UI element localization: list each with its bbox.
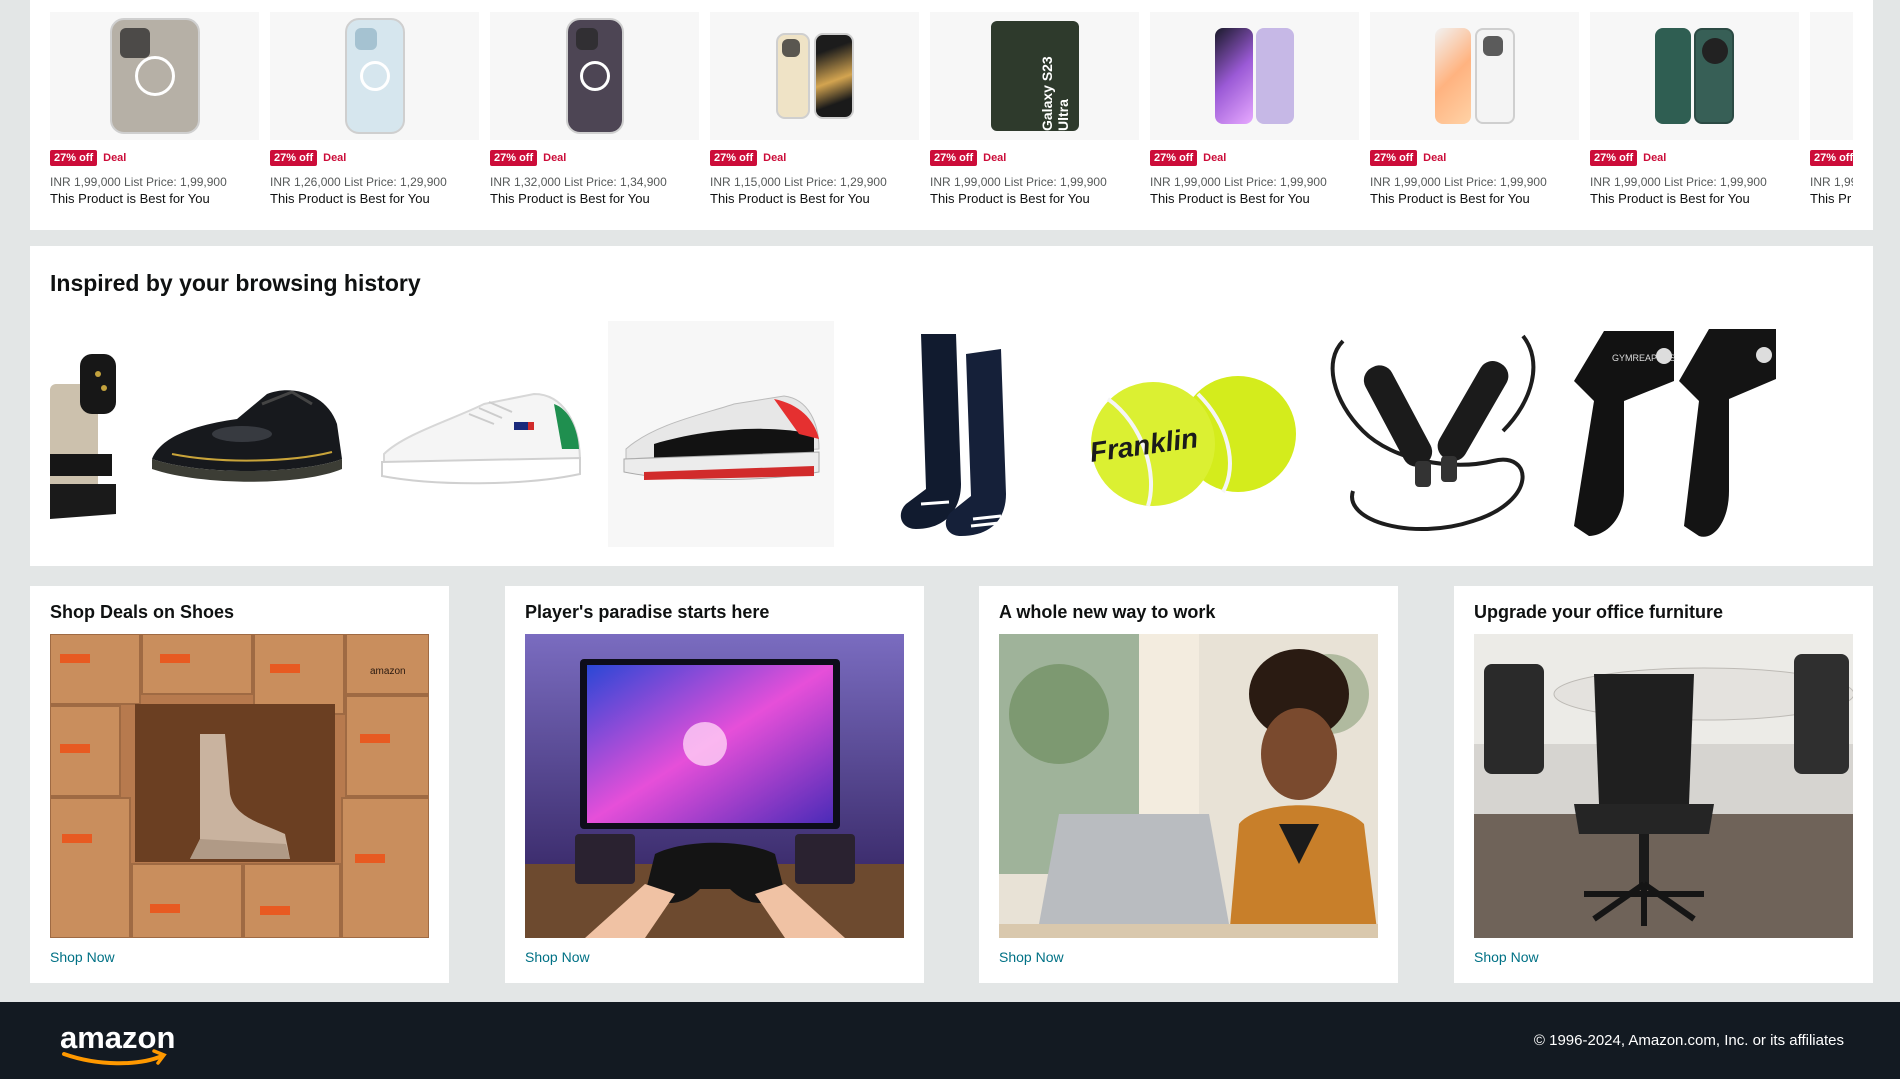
card-image[interactable]	[999, 634, 1378, 938]
deal-card[interactable]: 27% off Deal INR 1,32,000 List Price: 1,3…	[490, 12, 699, 212]
iphone-icon	[565, 18, 624, 134]
product-tagline[interactable]: This Product is Best for You	[270, 191, 479, 206]
deal-image[interactable]	[1810, 12, 1853, 140]
browsing-history-section: Inspired by your browsing history Frankl…	[30, 246, 1873, 566]
shop-now-link[interactable]: Shop Now	[999, 949, 1064, 965]
discount-badge: 27% off	[1150, 150, 1198, 166]
price-line: INR 1,99,000 List Price: 1,99,900	[50, 175, 227, 189]
section-title: Inspired by your browsing history	[50, 270, 421, 296]
product-tagline[interactable]: This Product is Best for You	[1370, 191, 1579, 206]
iphone-icon	[344, 18, 405, 134]
deal-label: Deal	[763, 152, 787, 164]
card-image[interactable]	[525, 634, 904, 938]
product-tagline[interactable]: This Product is Best for You	[490, 191, 699, 206]
card-title: Shop Deals on Shoes	[50, 602, 235, 622]
product-tagline[interactable]: This Product is Best for You	[50, 191, 259, 206]
price-line: INR 1,99	[1810, 175, 1853, 189]
oppo-phone-icon	[1434, 28, 1515, 124]
footer: amazon © 1996-2024, Amazon.com, Inc. or …	[0, 1002, 1900, 1079]
deal-image[interactable]	[50, 12, 259, 140]
deal-image[interactable]: Galaxy S23 Ultra	[930, 12, 1139, 140]
galaxy-phone-icon: Galaxy S23 Ultra	[990, 21, 1079, 131]
card-title: A whole new way to work	[999, 602, 1216, 622]
deal-label: Deal	[543, 152, 567, 164]
price-line: INR 1,99,000 List Price: 1,99,900	[930, 175, 1107, 189]
price-line: INR 1,99,000 List Price: 1,99,900	[1370, 175, 1547, 189]
deal-image[interactable]	[490, 12, 699, 140]
product-tagline[interactable]: This Product is Best for You	[710, 191, 919, 206]
discount-badge: 27% off	[50, 150, 98, 166]
price-line: INR 1,32,000 List Price: 1,34,900	[490, 175, 667, 189]
box-brand-text: amazon	[370, 666, 406, 677]
discount-badge: 27% off	[270, 150, 318, 166]
price-line: INR 1,15,000 List Price: 1,29,900	[710, 175, 887, 189]
deal-card[interactable]: 27% off Deal INR 1,15,000 List Price: 1,2…	[710, 12, 919, 212]
deal-image[interactable]	[1590, 12, 1799, 140]
discount-badge: 27% off	[490, 150, 538, 166]
deals-carousel: 27% off Deal INR 1,99,000 List Price: 1,9…	[30, 0, 1873, 230]
deal-image[interactable]	[1370, 12, 1579, 140]
deal-label: Deal	[983, 152, 1007, 164]
tennis-balls-icon[interactable]: Franklin	[1088, 321, 1302, 547]
deal-label: Deal	[1643, 152, 1667, 164]
galaxy-model-text: Galaxy S23 Ultra	[1038, 56, 1071, 131]
sandal-icon[interactable]	[50, 321, 120, 547]
card-title: Upgrade your office furniture	[1474, 602, 1724, 622]
shop-now-link[interactable]: Shop Now	[50, 949, 115, 965]
product-tagline[interactable]: This Pr	[1810, 191, 1853, 206]
iphone-icon	[109, 18, 200, 134]
logo-text: amazon	[60, 1020, 175, 1055]
deal-label: Deal	[323, 152, 347, 164]
shoe-deals-card: Shop Deals on Shoes amazon Shop Now	[30, 586, 449, 983]
card-image[interactable]	[1474, 634, 1853, 938]
discount-badge: 27% off	[930, 150, 978, 166]
deal-image[interactable]	[710, 12, 919, 140]
deal-card[interactable]: 27% off Deal INR 1,99,000 List Price: 1,9…	[1370, 12, 1579, 212]
product-tagline[interactable]: This Product is Best for You	[1150, 191, 1359, 206]
deal-card[interactable]: 27% off Deal INR 1,99,000 List Price: 1,9…	[50, 12, 259, 212]
oneplus-phone-icon	[1655, 28, 1734, 124]
product-tagline[interactable]: This Product is Best for You	[930, 191, 1139, 206]
deal-label: Deal	[1203, 152, 1227, 164]
price-line: INR 1,99,000 List Price: 1,99,900	[1590, 175, 1767, 189]
price-line: INR 1,99,000 List Price: 1,99,900	[1150, 175, 1327, 189]
deal-label: Deal	[1423, 152, 1447, 164]
iphone-gold-icon	[775, 33, 854, 119]
price-line: INR 1,26,000 List Price: 1,29,900	[270, 175, 447, 189]
deal-image[interactable]	[270, 12, 479, 140]
lifting-straps-icon[interactable]: GYMREAPERS	[1564, 321, 1786, 547]
discount-badge: 27% off	[710, 150, 758, 166]
patent-shoe-icon[interactable]	[140, 321, 354, 547]
deal-card[interactable]: 27% off Deal INR 1,99,000 List Price: 1,9…	[1590, 12, 1799, 212]
discount-badge: 27% off	[1370, 150, 1418, 166]
work-card: A whole new way to work Shop Now	[979, 586, 1398, 983]
office-furniture-card: Upgrade your office furniture Shop Now	[1454, 586, 1873, 983]
product-tagline[interactable]: This Product is Best for You	[1590, 191, 1799, 206]
deals-track: 27% off Deal INR 1,99,000 List Price: 1,9…	[50, 12, 1853, 212]
puma-sneaker-icon[interactable]	[608, 321, 834, 547]
deal-card[interactable]: Galaxy S23 Ultra 27% off Deal INR 1,99,00…	[930, 12, 1139, 212]
deal-label: Deal	[103, 152, 127, 164]
deal-card[interactable]: 27% off Deal INR 1,99,000 List Price: 1,9…	[1150, 12, 1359, 212]
deal-card[interactable]: 27% off Deal INR 1,26,000 List Price: 1,2…	[270, 12, 479, 212]
card-title: Player's paradise starts here	[525, 602, 770, 622]
history-carousel: Franklin GYMREAPERS	[50, 321, 1853, 547]
copyright-text: © 1996-2024, Amazon.com, Inc. or its aff…	[1533, 1032, 1844, 1049]
white-sneaker-icon[interactable]	[374, 321, 588, 547]
jump-rope-icon[interactable]	[1322, 321, 1544, 547]
card-image[interactable]: amazon	[50, 634, 429, 938]
deal-image[interactable]	[1150, 12, 1359, 140]
flip-phone-icon	[1215, 28, 1294, 124]
gaming-card: Player's paradise starts here Shop Now	[505, 586, 924, 983]
discount-badge: 27% off	[1590, 150, 1638, 166]
deal-card[interactable]: 27% off INR 1,99 This Pr	[1810, 12, 1853, 212]
discount-badge: 27% off	[1810, 150, 1853, 166]
socks-icon[interactable]	[854, 321, 1068, 547]
amazon-logo[interactable]: amazon	[58, 1018, 188, 1071]
shop-now-link[interactable]: Shop Now	[1474, 949, 1539, 965]
shop-now-link[interactable]: Shop Now	[525, 949, 590, 965]
